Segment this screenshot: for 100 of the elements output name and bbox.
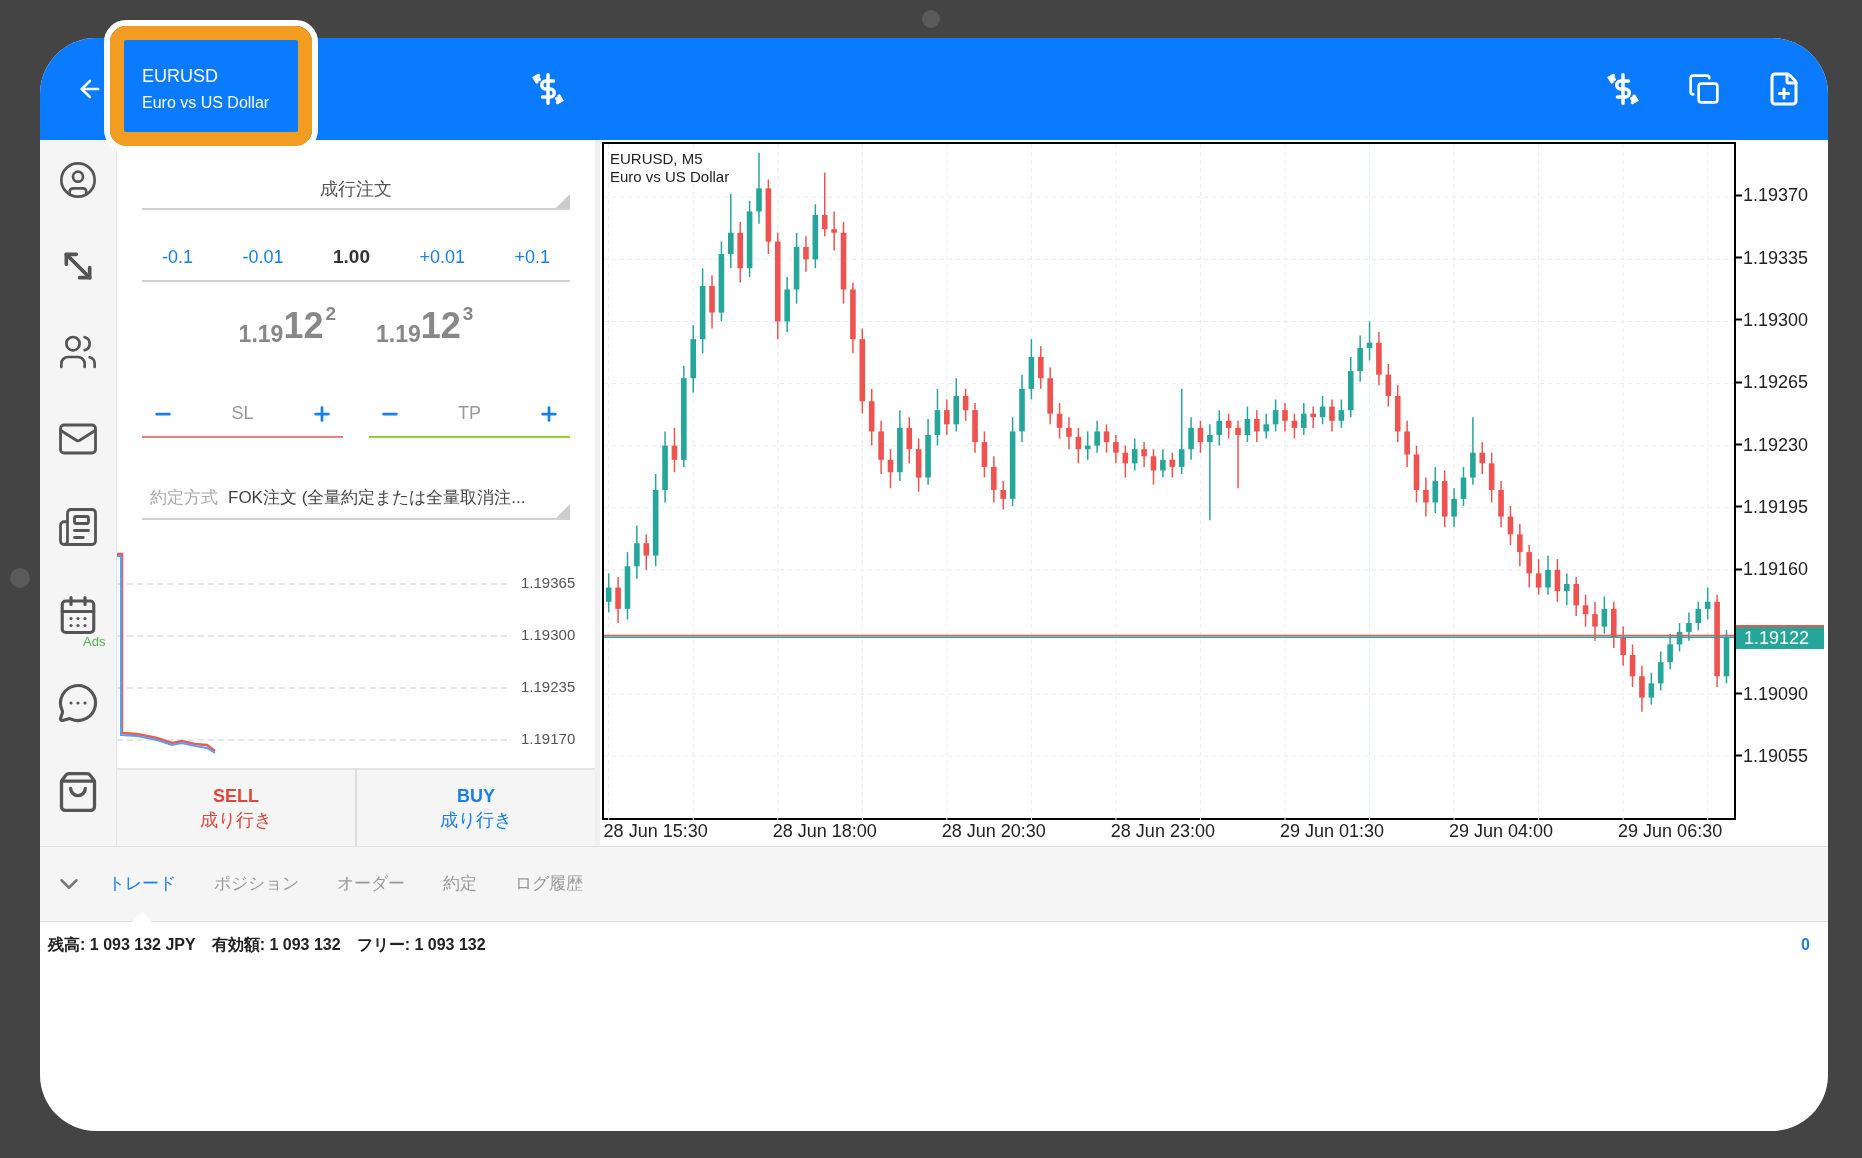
price-axis-label: 1.19160 xyxy=(1742,557,1809,581)
price-axis-label: 1.19370 xyxy=(1742,183,1809,207)
candle xyxy=(1357,334,1363,383)
tab[interactable]: ログ履歴 xyxy=(515,847,583,921)
candle xyxy=(1592,601,1598,642)
candle xyxy=(1385,363,1392,408)
candle xyxy=(831,210,837,252)
candle xyxy=(1657,650,1664,692)
volume-step-button[interactable]: -0.01 xyxy=(242,243,284,271)
time-axis-label: 29 Jun 06:30 xyxy=(1618,820,1723,842)
filling-select[interactable]: 約定方式 FOK注文 (全量約定または全量取消注... xyxy=(142,477,570,520)
time-axis-label: 28 Jun 15:30 xyxy=(603,820,708,842)
candle xyxy=(1535,558,1542,596)
account-summary-item: フリー: 1 093 132 xyxy=(356,935,486,955)
candle xyxy=(643,533,650,571)
current-price-label: 1.19122 xyxy=(1736,624,1824,649)
order-type-select[interactable]: 成行注文 xyxy=(142,170,570,210)
candle xyxy=(1263,412,1269,440)
stop-field[interactable]: TP xyxy=(369,391,570,438)
candle xyxy=(1601,595,1608,635)
symbol-description: Euro vs US Dollar xyxy=(142,93,271,113)
time-axis-label: 28 Jun 18:00 xyxy=(772,820,877,842)
candle xyxy=(1235,420,1241,489)
candle xyxy=(1347,356,1354,418)
candle xyxy=(878,420,884,475)
candle xyxy=(944,398,950,436)
candle xyxy=(1254,409,1260,443)
candle xyxy=(1066,416,1072,450)
currency-exchange-icon[interactable] xyxy=(1604,70,1642,108)
chat-icon[interactable] xyxy=(57,682,99,724)
axis-label: 1.19170 xyxy=(520,729,577,750)
candle xyxy=(634,524,640,580)
candle xyxy=(1686,611,1692,642)
candle xyxy=(821,171,828,237)
candle xyxy=(1301,402,1307,436)
volume-step-button[interactable]: -0.1 xyxy=(162,243,194,271)
candle xyxy=(1291,412,1298,440)
candle xyxy=(812,203,819,269)
candle xyxy=(624,551,631,621)
candle xyxy=(906,416,913,465)
tab[interactable]: トレード xyxy=(108,847,176,921)
tab[interactable]: 約定 xyxy=(443,847,477,921)
candle xyxy=(1676,622,1683,653)
candle xyxy=(709,274,715,330)
candle xyxy=(1075,427,1082,465)
stop-field[interactable]: SL xyxy=(142,391,343,438)
candle xyxy=(1517,522,1523,568)
candle xyxy=(803,235,809,273)
candle xyxy=(1526,544,1533,589)
candle xyxy=(1160,448,1166,479)
candle xyxy=(1394,384,1401,443)
candle xyxy=(1310,405,1316,429)
candle xyxy=(690,324,697,394)
candle xyxy=(1225,412,1232,440)
candle xyxy=(991,455,997,504)
candle xyxy=(1629,643,1636,688)
time-axis-label: 29 Jun 04:00 xyxy=(1449,820,1554,842)
candle xyxy=(1460,466,1467,507)
candle xyxy=(1282,402,1288,433)
position-count: 0 xyxy=(1801,935,1810,955)
candle xyxy=(1169,451,1176,479)
candle xyxy=(1216,409,1223,447)
candle xyxy=(615,576,621,624)
candle xyxy=(1150,448,1157,486)
candle xyxy=(1113,434,1119,465)
currency-exchange-icon[interactable] xyxy=(529,70,567,108)
candle xyxy=(1695,601,1702,631)
candle xyxy=(1376,331,1382,387)
candle xyxy=(887,448,894,489)
candle xyxy=(1319,395,1326,426)
account-icon[interactable] xyxy=(58,160,98,200)
candle xyxy=(1564,572,1570,607)
buy-button[interactable]: BUY 成り行き xyxy=(357,770,595,846)
candle xyxy=(1329,398,1335,433)
candle xyxy=(737,221,743,284)
candle xyxy=(1423,476,1429,518)
candle xyxy=(1019,373,1025,443)
candle xyxy=(972,402,978,454)
axis-label: 1.19300 xyxy=(520,625,577,646)
candle xyxy=(953,377,960,433)
candle xyxy=(1122,444,1129,479)
candle xyxy=(1366,320,1373,362)
candle xyxy=(1131,437,1138,472)
axis-label: 1.19365 xyxy=(520,573,577,594)
time-axis-label: 28 Jun 20:30 xyxy=(941,820,1046,842)
candle xyxy=(1441,469,1448,528)
axis-label: 1.19235 xyxy=(520,677,577,698)
candle xyxy=(1582,593,1589,628)
candle xyxy=(925,418,931,486)
volume-step-button[interactable]: +0.1 xyxy=(514,243,550,271)
tab[interactable]: ポジション xyxy=(214,847,299,921)
volume-step-button[interactable]: +0.01 xyxy=(419,243,465,271)
tab[interactable]: オーダー xyxy=(337,847,405,921)
candle xyxy=(981,430,988,479)
newspaper-icon[interactable] xyxy=(57,506,99,548)
account-summary-item: 残高: 1 093 132 JPY xyxy=(48,935,196,955)
chart-symbol: EURUSD, M5 xyxy=(610,150,704,168)
candle xyxy=(1028,338,1035,401)
candle xyxy=(1272,398,1279,433)
windows-icon[interactable] xyxy=(1688,73,1720,105)
